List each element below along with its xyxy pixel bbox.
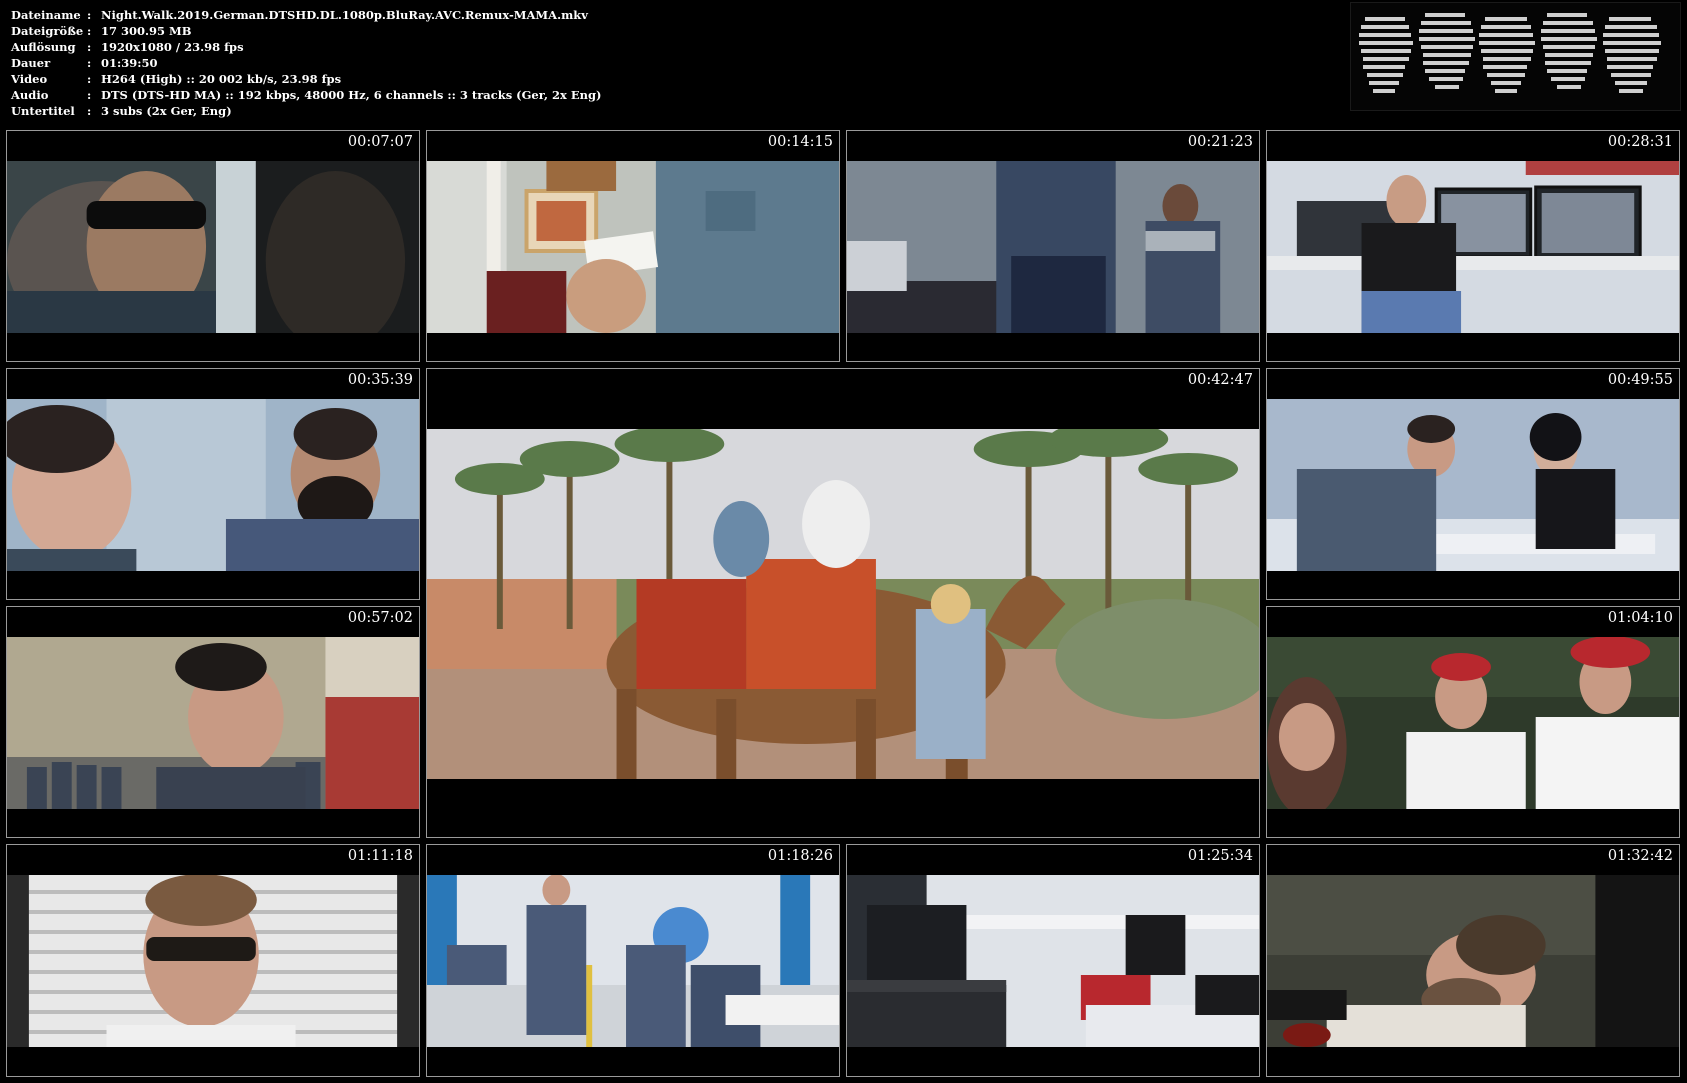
video-frame-prison-yard: [7, 637, 419, 809]
info-value: 17 300.95 MB: [101, 24, 192, 38]
video-frame-bearded-man: [7, 399, 419, 571]
thumbnail-timestamp: 00:21:23: [1187, 134, 1253, 150]
info-value: H264 (High) :: 20 002 kb/s, 23.98 fps: [101, 72, 342, 86]
thumbnail[interactable]: 01:32:42: [1266, 844, 1680, 1077]
video-frame-prison-cell: [847, 161, 1259, 333]
thumbnail[interactable]: 00:28:31: [1266, 130, 1680, 362]
thumbnail-timestamp: 00:14:15: [767, 134, 833, 150]
thumbnail[interactable]: 00:42:47: [426, 368, 1260, 838]
thumbnail-timestamp: 00:28:31: [1607, 134, 1673, 150]
thumbnail-timestamp: 00:42:47: [1187, 372, 1253, 388]
video-frame-man-sunglasses: [7, 161, 419, 333]
info-row-duration: Dauer : 01:39:50: [11, 55, 601, 71]
thumbnail[interactable]: 01:04:10: [1266, 606, 1680, 838]
info-row-subtitles: Untertitel : 3 subs (2x Ger, Eng): [11, 103, 601, 119]
thumbnail[interactable]: 00:21:23: [846, 130, 1260, 362]
thumbnail[interactable]: 01:11:18: [6, 844, 420, 1077]
video-frame-office: [847, 875, 1259, 1047]
info-key: Dauer: [11, 56, 51, 70]
thumbnail-timestamp: 01:25:34: [1187, 848, 1253, 864]
info-separator: :: [87, 88, 92, 102]
thumbnail[interactable]: 00:35:39: [6, 368, 420, 600]
info-value: Night.Walk.2019.German.DTSHD.DL.1080p.Bl…: [101, 8, 588, 22]
info-value: 1920x1080 / 23.98 fps: [101, 40, 244, 54]
info-key: Dateigröße: [11, 24, 84, 38]
thumbnail-timestamp: 00:49:55: [1607, 372, 1673, 388]
info-value: DTS (DTS-HD MA) :: 192 kbps, 48000 Hz, 6…: [101, 88, 602, 102]
info-separator: :: [87, 8, 92, 22]
thumbnail-timestamp: 01:11:18: [347, 848, 413, 864]
thumbnail[interactable]: 00:49:55: [1266, 368, 1680, 600]
video-frame-camel-ride: [427, 429, 1259, 779]
thumbnail[interactable]: 00:14:15: [426, 130, 840, 362]
info-key: Untertitel: [11, 104, 75, 118]
info-value: 01:39:50: [101, 56, 158, 70]
video-frame-interrogation: [1267, 399, 1679, 571]
thumbnail[interactable]: 00:07:07: [6, 130, 420, 362]
thumbnail-timestamp: 01:04:10: [1607, 610, 1673, 626]
video-frame-prison-canteen: [427, 875, 839, 1047]
video-frame-police-officers: [1267, 637, 1679, 809]
thumbnail-timestamp: 00:07:07: [347, 134, 413, 150]
info-row-resolution: Auflösung : 1920x1080 / 23.98 fps: [11, 39, 601, 55]
info-key: Video: [11, 72, 48, 86]
video-frame-security-room: [1267, 161, 1679, 333]
info-row-video: Video : H264 (High) :: 20 002 kb/s, 23.9…: [11, 71, 601, 87]
info-row-audio: Audio : DTS (DTS-HD MA) :: 192 kbps, 480…: [11, 87, 601, 103]
video-frame-hand-card-shelf: [427, 161, 839, 333]
thumbnail-timestamp: 00:57:02: [347, 610, 413, 626]
thumbnail[interactable]: 01:18:26: [426, 844, 840, 1077]
video-frame-lying-man: [1267, 875, 1679, 1047]
info-row-filename: Dateiname : Night.Walk.2019.German.DTSHD…: [11, 7, 601, 23]
info-key: Auflösung: [11, 40, 76, 54]
info-separator: :: [87, 56, 92, 70]
thumbnail[interactable]: 01:25:34: [846, 844, 1260, 1077]
video-frame-man-glasses: [7, 875, 419, 1047]
info-row-filesize: Dateigröße : 17 300.95 MB: [11, 23, 601, 39]
thumbnail[interactable]: 00:57:02: [6, 606, 420, 838]
ascii-art-logo-icon: [1350, 2, 1681, 111]
info-separator: :: [87, 104, 92, 118]
info-key: Dateiname: [11, 8, 81, 22]
info-value: 3 subs (2x Ger, Eng): [101, 104, 232, 118]
thumbnail-timestamp: 01:18:26: [767, 848, 833, 864]
info-separator: :: [87, 40, 92, 54]
info-key: Audio: [11, 88, 49, 102]
info-separator: :: [87, 72, 92, 86]
info-separator: :: [87, 24, 92, 38]
thumbnail-timestamp: 00:35:39: [347, 372, 413, 388]
file-info-panel: Dateiname : Night.Walk.2019.German.DTSHD…: [11, 7, 601, 119]
thumbnail-timestamp: 01:32:42: [1607, 848, 1673, 864]
